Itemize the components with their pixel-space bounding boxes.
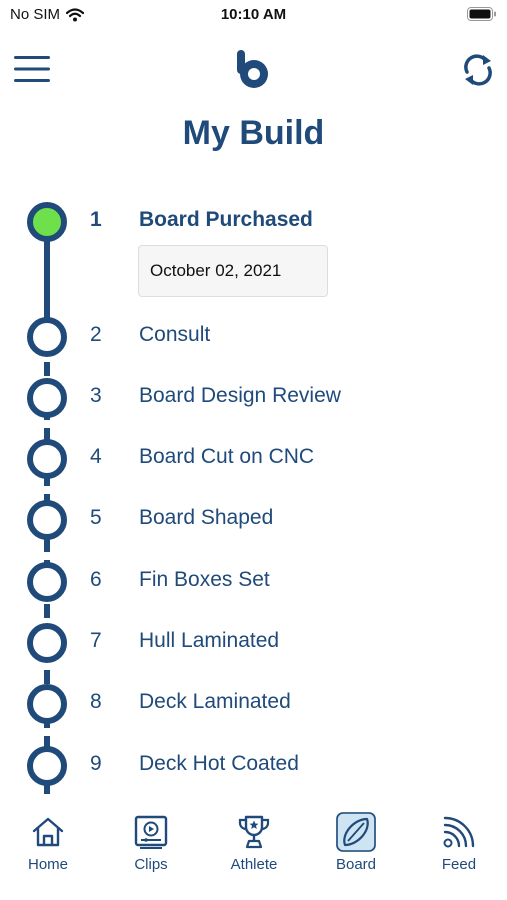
step-number: 4 <box>90 445 102 468</box>
tab-board[interactable]: Board <box>311 812 401 873</box>
active-tab-highlight <box>336 812 376 852</box>
step-pending-indicator <box>27 684 67 724</box>
tab-label: Clips <box>134 856 168 873</box>
step-number: 9 <box>90 752 102 775</box>
tab-label: Athlete <box>230 856 278 873</box>
step-pending-indicator <box>27 439 67 479</box>
step-pending-indicator <box>27 562 67 602</box>
rss-icon <box>443 816 475 848</box>
timeline-step-4[interactable]: 4 Board Cut on CNC <box>0 437 507 481</box>
tab-label: Home <box>27 856 68 873</box>
step-label: Deck Laminated <box>139 690 291 713</box>
step-number: 8 <box>90 690 102 713</box>
step-label: Board Cut on CNC <box>139 445 315 468</box>
step-number: 1 <box>90 208 102 231</box>
step-number: 5 <box>90 506 102 529</box>
build-timeline: 1 Board Purchased October 02, 2021 2 Con… <box>0 0 507 800</box>
step-pending-indicator <box>27 500 67 540</box>
video-icon <box>134 815 168 849</box>
step-number: 7 <box>90 629 102 652</box>
tab-label: Feed <box>441 856 477 873</box>
timeline-step-3[interactable]: 3 Board Design Review <box>0 376 507 420</box>
step-number: 3 <box>90 384 102 407</box>
step-label: Deck Hot Coated <box>139 752 299 775</box>
timeline-step-9[interactable]: 9 Deck Hot Coated <box>0 744 507 788</box>
trophy-icon <box>238 815 270 849</box>
timeline-step-2[interactable]: 2 Consult <box>0 315 507 359</box>
step-date-field[interactable]: October 02, 2021 <box>138 245 328 297</box>
timeline-step-1[interactable]: 1 Board Purchased <box>0 200 507 244</box>
step-pending-indicator <box>27 317 67 357</box>
tab-label: Board <box>335 856 377 873</box>
step-complete-indicator <box>27 202 67 242</box>
tab-athlete[interactable]: Athlete <box>209 812 299 873</box>
tab-home[interactable]: Home <box>3 812 93 873</box>
step-pending-indicator <box>27 378 67 418</box>
step-label: Board Purchased <box>139 208 313 231</box>
step-label: Hull Laminated <box>139 629 280 652</box>
surfboard-icon <box>336 812 376 852</box>
step-number: 2 <box>90 323 102 346</box>
timeline-step-8[interactable]: 8 Deck Laminated <box>0 682 507 726</box>
step-pending-indicator <box>27 623 67 663</box>
step-label: Board Design Review <box>139 384 341 407</box>
timeline-step-6[interactable]: 6 Fin Boxes Set <box>0 560 507 604</box>
tab-clips[interactable]: Clips <box>106 812 196 873</box>
tab-feed[interactable]: Feed <box>414 812 504 873</box>
step-label: Fin Boxes Set <box>139 568 270 591</box>
timeline-step-5[interactable]: 5 Board Shaped <box>0 498 507 542</box>
step-number: 6 <box>90 568 102 591</box>
timeline-step-7[interactable]: 7 Hull Laminated <box>0 621 507 665</box>
step-pending-indicator <box>27 746 67 786</box>
step-label: Board Shaped <box>139 506 274 529</box>
step-label: Consult <box>139 323 211 346</box>
bottom-tab-bar: Home Clips Athlete Board Feed <box>0 800 507 900</box>
home-icon <box>32 817 64 847</box>
